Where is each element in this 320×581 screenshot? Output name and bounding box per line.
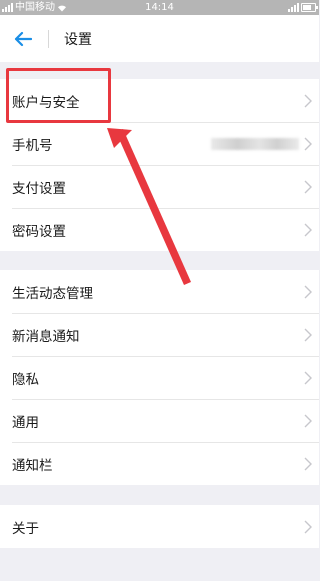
annotation-arrow-icon (107, 128, 191, 285)
